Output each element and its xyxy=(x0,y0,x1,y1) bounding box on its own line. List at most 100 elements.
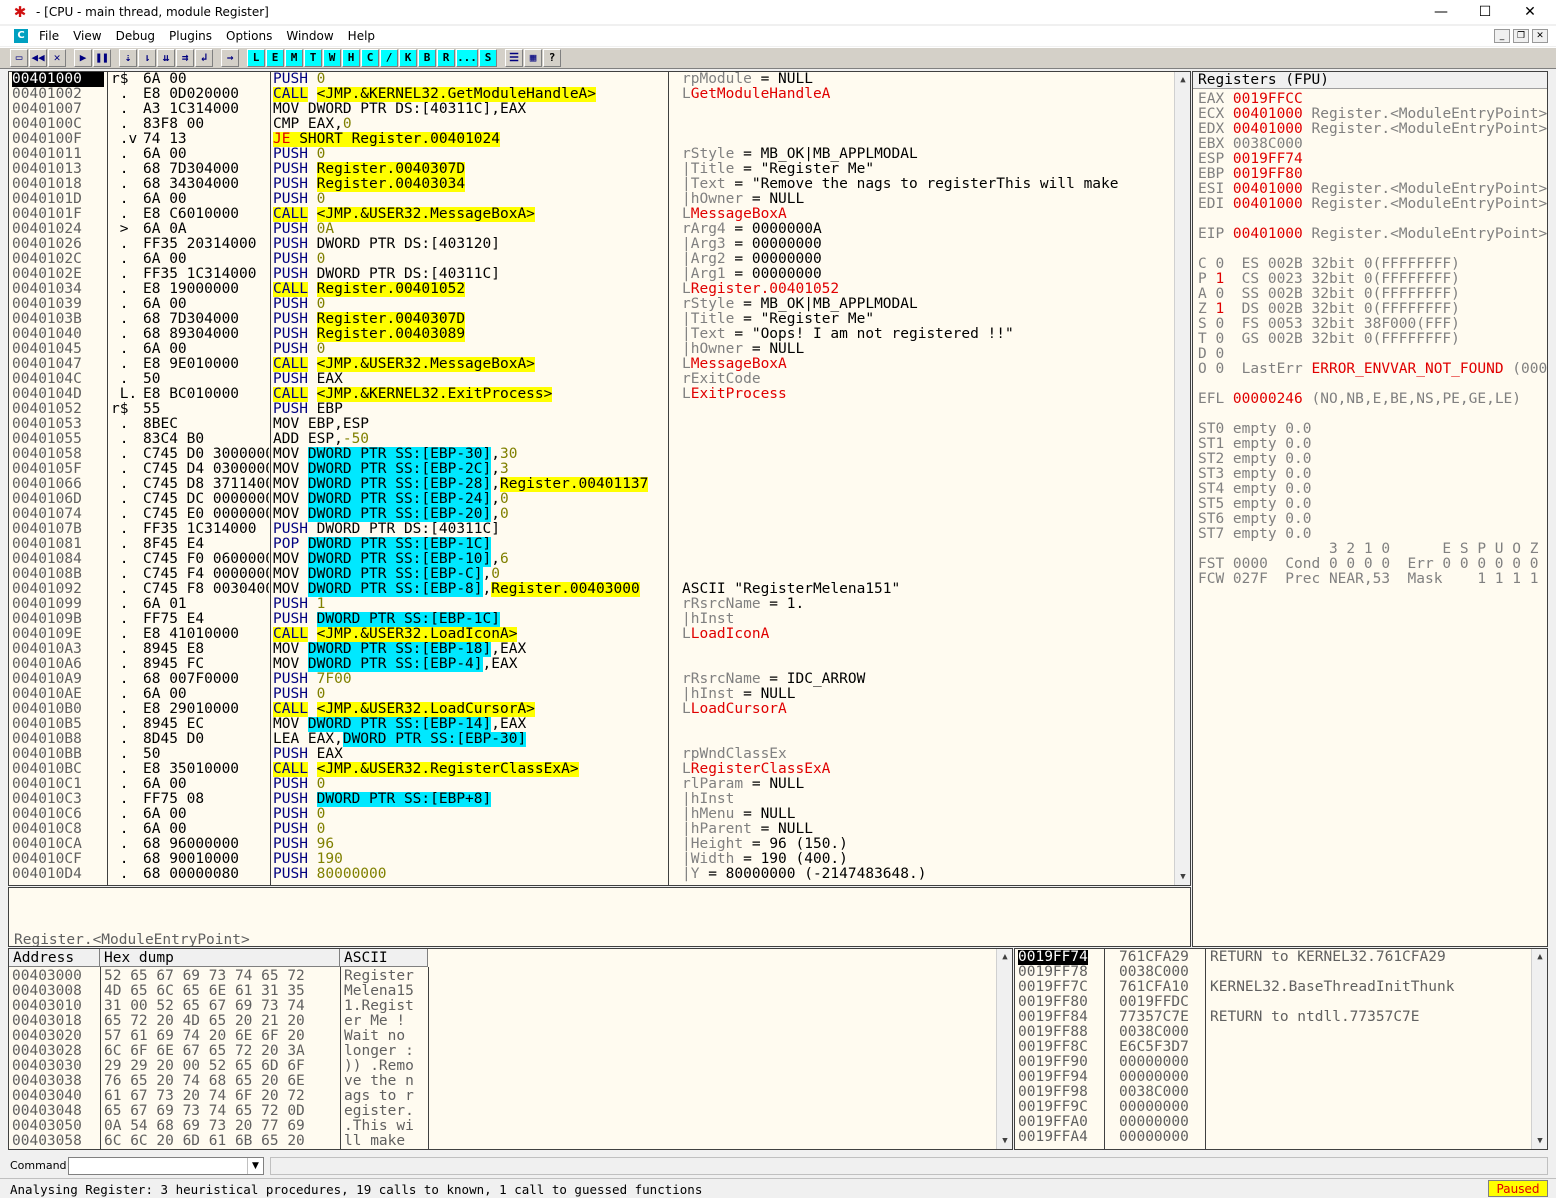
menu-debug[interactable]: Debug xyxy=(109,26,162,46)
dump-row[interactable]: 00403000 52 65 67 69 73 74 65 72 Register xyxy=(9,969,994,984)
toolbar-log-button[interactable]: L xyxy=(247,49,265,67)
toolbar-breakpoints-button[interactable]: B xyxy=(418,49,436,67)
disasm-row[interactable]: 00401000 r$ 6A 00 PUSH 0 rpModule = NULL xyxy=(9,72,1174,87)
dump-header-ascii[interactable]: ASCII xyxy=(340,949,428,967)
stack-row[interactable]: 0019FF9C 00000000 xyxy=(1015,1100,1531,1115)
disasm-row[interactable]: 004010BC . E8 35010000 CALL <JMP.&USER32.R… xyxy=(9,762,1174,777)
dump-row[interactable]: 00403050 0A 54 68 69 73 20 77 69 .This wi xyxy=(9,1119,994,1134)
hex-dump-pane[interactable]: Address Hex dump ASCII 00403000 52 65 67 … xyxy=(8,948,1013,1150)
stack-scrollbar[interactable]: ▲ ▼ xyxy=(1531,949,1547,1149)
dump-row[interactable]: 00403010 31 00 52 65 67 69 73 74 1.Regist xyxy=(9,999,994,1014)
dump-row[interactable]: 00403048 65 67 69 73 74 65 72 0D egister. xyxy=(9,1104,994,1119)
disasm-row[interactable]: 00401039 . 6A 00 PUSH 0 rStyle = MB_OK|MB_A… xyxy=(9,297,1174,312)
disasm-row[interactable]: 00401026 . FF35 20314000 PUSH DWORD PTR DS… xyxy=(9,237,1174,252)
dump-row[interactable]: 00403028 6C 6F 6E 67 65 72 20 3A longer : xyxy=(9,1044,994,1059)
disasm-row[interactable]: 00401045 . 6A 00 PUSH 0 |hOwner = NULL xyxy=(9,342,1174,357)
step-into-icon[interactable]: ⇣ xyxy=(119,49,137,67)
scroll-down-icon[interactable]: ▼ xyxy=(1532,1133,1547,1149)
register-row[interactable]: ST2 empty 0.0 xyxy=(1198,452,1312,467)
minimize-button[interactable]: — xyxy=(1418,0,1464,24)
execute-till-return-icon[interactable]: ↲ xyxy=(195,49,213,67)
register-row[interactable]: EDX 00401000 Register.<ModuleEntryPoint> xyxy=(1198,122,1547,137)
open-icon[interactable]: ▭ xyxy=(10,49,28,67)
disasm-row[interactable]: 00401052 r$ 55 PUSH EBP xyxy=(9,402,1174,417)
menu-file[interactable]: File xyxy=(32,26,66,46)
toolbar-windows-button[interactable]: W xyxy=(323,49,341,67)
disasm-row[interactable]: 004010A3 . 8945 E8 MOV DWORD PTR SS:[EBP-1… xyxy=(9,642,1174,657)
disasm-row[interactable]: 004010BB . 50 PUSH EAX rpWndClassEx xyxy=(9,747,1174,762)
disasm-row[interactable]: 004010A6 . 8945 FC MOV DWORD PTR SS:[EBP-4… xyxy=(9,657,1174,672)
register-row[interactable]: EBP 0019FF80 xyxy=(1198,167,1303,182)
disasm-row[interactable]: 004010CF . 68 90010000 PUSH 190 |Width = 19… xyxy=(9,852,1174,867)
stack-pane[interactable]: 0019FF74 761CFA29 RETURN to KERNEL32.761CF… xyxy=(1014,948,1548,1150)
mdi-minimize-button[interactable]: _ xyxy=(1494,29,1510,43)
disasm-row[interactable]: 00401053 . 8BEC MOV EBP,ESP xyxy=(9,417,1174,432)
register-row[interactable]: C 0 ES 002B 32bit 0(FFFFFFFF) xyxy=(1198,257,1460,272)
register-row[interactable]: 3 2 1 0 E S P U O Z D I xyxy=(1198,542,1547,557)
register-row[interactable]: EIP 00401000 Register.<ModuleEntryPoint> xyxy=(1198,227,1547,242)
scroll-down-icon[interactable]: ▼ xyxy=(1175,869,1190,885)
toolbar-references-button[interactable]: R xyxy=(437,49,455,67)
register-row[interactable]: ST1 empty 0.0 xyxy=(1198,437,1312,452)
menu-view[interactable]: View xyxy=(66,26,108,46)
disasm-row[interactable]: 00401013 . 68 7D304000 PUSH Register.00403… xyxy=(9,162,1174,177)
disasm-row[interactable]: 004010AE . 6A 00 PUSH 0 |hInst = NULL xyxy=(9,687,1174,702)
stack-row[interactable]: 0019FF74 761CFA29 RETURN to KERNEL32.761CF… xyxy=(1015,950,1531,965)
register-row[interactable]: P 1 CS 0023 32bit 0(FFFFFFFF) xyxy=(1198,272,1460,287)
mdi-close-button[interactable]: ✕ xyxy=(1532,29,1548,43)
disasm-row[interactable]: 0040100F .v 74 13 JE SHORT Register.004010… xyxy=(9,132,1174,147)
register-row[interactable]: ESP 0019FF74 xyxy=(1198,152,1303,167)
scroll-up-icon[interactable]: ▲ xyxy=(1532,949,1547,965)
disasm-row[interactable]: 004010C3 . FF75 08 PUSH DWORD PTR SS:[EBP+… xyxy=(9,792,1174,807)
stack-row[interactable]: 0019FF88 0038C000 xyxy=(1015,1025,1531,1040)
disasm-row[interactable]: 0040109B . FF75 E4 PUSH DWORD PTR SS:[EBP-… xyxy=(9,612,1174,627)
dump-scrollbar[interactable]: ▲ ▼ xyxy=(996,949,1012,1149)
disasm-row[interactable]: 00401066 . C745 D8 37114000 MOV DWORD PTR … xyxy=(9,477,1174,492)
toolbar-cpu-button[interactable]: C xyxy=(361,49,379,67)
registers-pane[interactable]: Registers (FPU) EAX 0019FFCC ECX 00401000… xyxy=(1192,71,1548,947)
disasm-row[interactable]: 004010A9 . 68 007F0000 PUSH 7F00 rRsrcName … xyxy=(9,672,1174,687)
register-row[interactable]: EAX 0019FFCC xyxy=(1198,92,1303,107)
stack-row[interactable]: 0019FF78 0038C000 xyxy=(1015,965,1531,980)
disasm-row[interactable]: 00401055 . 83C4 B0 ADD ESP,-50 xyxy=(9,432,1174,447)
dump-row[interactable]: 00403030 29 29 20 00 52 65 6D 6F)) .Remo xyxy=(9,1059,994,1074)
register-row[interactable]: ST4 empty 0.0 xyxy=(1198,482,1312,497)
register-row[interactable]: ESI 00401000 Register.<ModuleEntryPoint> xyxy=(1198,182,1547,197)
disasm-row[interactable]: 0040108B . C745 F4 00000000 MOV DWORD PTR … xyxy=(9,567,1174,582)
disasm-row[interactable]: 00401099 . 6A 01 PUSH 1 rRsrcName = 1. xyxy=(9,597,1174,612)
dump-row[interactable]: 00403008 4D 65 6C 65 6E 61 31 35 Melena15 xyxy=(9,984,994,999)
register-row[interactable]: EFL 00000246 (NO,NB,E,BE,NS,PE,GE,LE) xyxy=(1198,392,1521,407)
step-over-icon[interactable]: ⇂ xyxy=(138,49,156,67)
menu-window[interactable]: Window xyxy=(279,26,340,46)
disasm-row[interactable]: 0040103B . 68 7D304000 PUSH Register.00403… xyxy=(9,312,1174,327)
disasm-row[interactable]: 00401011 . 6A 00 PUSH 0 rStyle = MB_OK|MB_A… xyxy=(9,147,1174,162)
register-row[interactable]: ST6 empty 0.0 xyxy=(1198,512,1312,527)
scroll-down-icon[interactable]: ▼ xyxy=(997,1133,1012,1149)
disasm-row[interactable]: 00401034 . E8 19000000 CALL Register.00401… xyxy=(9,282,1174,297)
toolbar-memory-button[interactable]: M xyxy=(285,49,303,67)
maximize-button[interactable]: ☐ xyxy=(1462,0,1508,24)
stack-row[interactable]: 0019FF98 0038C000 xyxy=(1015,1085,1531,1100)
toolbar-callstack-button[interactable]: K xyxy=(399,49,417,67)
dump-row[interactable]: 00403058 6C 6C 20 6D 61 6B 65 20 ll make xyxy=(9,1134,994,1149)
disassembler-pane[interactable]: 00401000 r$ 6A 00 PUSH 0 rpModule = NULL 0040… xyxy=(8,71,1191,886)
stack-row[interactable]: 0019FF7C 761CFA10 KERNEL32.BaseThreadInitT… xyxy=(1015,980,1531,995)
register-row[interactable]: ST7 empty 0.0 xyxy=(1198,527,1312,542)
register-row[interactable]: S 0 FS 0053 32bit 38F000(FFF) xyxy=(1198,317,1460,332)
disasm-row[interactable]: 0040101F . E8 C6010000 CALL <JMP.&USER32.M… xyxy=(9,207,1174,222)
dump-row[interactable]: 00403040 61 67 73 20 74 6F 20 72 ags to r xyxy=(9,1089,994,1104)
disassembler-scrollbar[interactable]: ▲ ▼ xyxy=(1174,72,1190,885)
dump-row[interactable]: 00403018 65 72 20 4D 65 20 21 20 er Me ! xyxy=(9,1014,994,1029)
toolbar-runtrace-button[interactable]: ... xyxy=(456,49,478,67)
register-row[interactable]: ECX 00401000 Register.<ModuleEntryPoint> xyxy=(1198,107,1547,122)
disasm-row[interactable]: 0040104D L. E8 BC010000 CALL <JMP.&KERNEL3… xyxy=(9,387,1174,402)
stack-row[interactable]: 0019FF80 0019FFDC xyxy=(1015,995,1531,1010)
register-row[interactable]: Z 1 DS 002B 32bit 0(FFFFFFFF) xyxy=(1198,302,1460,317)
restart-icon[interactable]: ◀◀ xyxy=(29,49,47,67)
disasm-row[interactable]: 0040101D . 6A 00 PUSH 0 |hOwner = NULL xyxy=(9,192,1174,207)
register-row[interactable]: A 0 SS 002B 32bit 0(FFFFFFFF) xyxy=(1198,287,1460,302)
disasm-row[interactable]: 0040104C . 50 PUSH EAX rExitCode xyxy=(9,372,1174,387)
disasm-row[interactable]: 00401084 . C745 F0 06000000 MOV DWORD PTR … xyxy=(9,552,1174,567)
disasm-row[interactable]: 004010CA . 68 96000000 PUSH 96 |Height = 96… xyxy=(9,837,1174,852)
disasm-row[interactable]: 00401002 . E8 0D020000 CALL <JMP.&KERNEL32… xyxy=(9,87,1174,102)
